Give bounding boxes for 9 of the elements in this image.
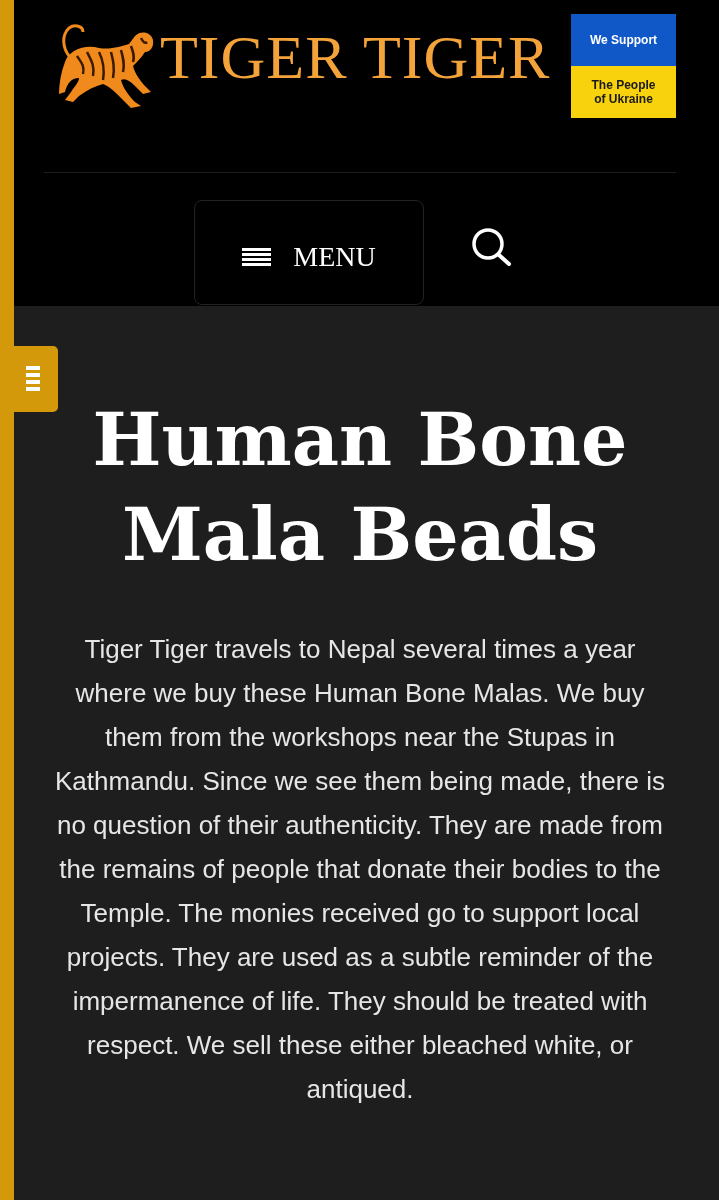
badge-bottom: The People of Ukraine: [571, 66, 676, 118]
menu-icon: [242, 247, 272, 266]
search-icon[interactable]: [472, 228, 512, 266]
menu-button[interactable]: MENU: [194, 200, 424, 305]
body-paragraph: Tiger Tiger travels to Nepal several times a year where we buy these Human Bone Malas. We buy them from the workshops near the Stupas in Kathmandu. Since we see them being made, there is no question of their authenticity. They are made from the remains of people that donate their bodies to the Temple. The monies received go to support local projects. They are used as a subtle reminder of the impermanence of life. They should be treated with respect. We sell these either bleached white, or antiqued.: [54, 633, 666, 1106]
page-title: Human Bone Mala Beads: [91, 395, 629, 579]
badge-top: We Support: [571, 14, 676, 66]
list-icon: [26, 366, 40, 392]
logo-text[interactable]: TIGER TIGER: [160, 24, 551, 90]
